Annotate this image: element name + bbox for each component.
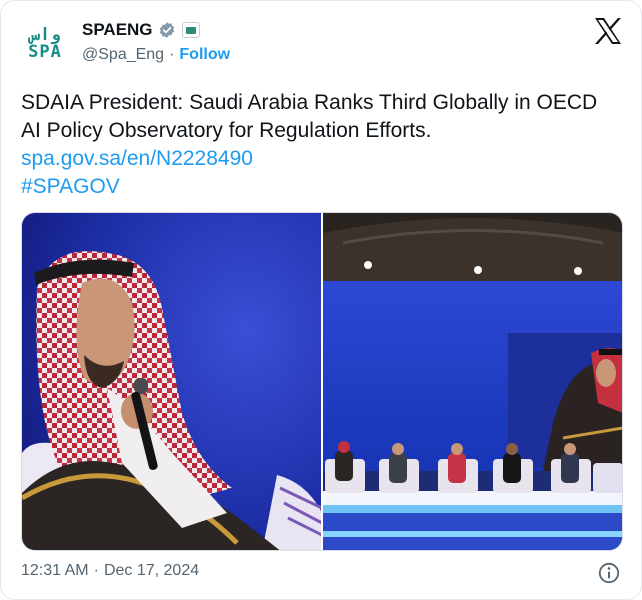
tweet-hashtag[interactable]: #SPAGOV	[21, 173, 621, 201]
tweet-link[interactable]: spa.gov.sa/en/N2228490	[21, 145, 621, 173]
panel-stage-photo[interactable]	[323, 213, 622, 550]
avatar[interactable]: واس SPA	[21, 20, 69, 68]
account-name[interactable]: SPAENG	[82, 20, 153, 40]
tweet-body: SDAIA President: Saudi Arabia Ranks Thir…	[21, 89, 621, 201]
panel-stage-image	[323, 213, 622, 550]
government-badge-icon	[181, 22, 200, 38]
speaker-photo[interactable]	[22, 213, 321, 550]
account-name-row[interactable]: SPAENG	[82, 20, 200, 40]
timestamp-separator: ·	[93, 562, 99, 579]
follow-button[interactable]: Follow	[179, 46, 230, 64]
verified-check-icon	[159, 22, 174, 38]
speaker-photo-image	[22, 213, 321, 550]
media-grid	[21, 212, 623, 551]
tweet-time: 12:31 AM	[21, 562, 89, 579]
info-icon[interactable]	[598, 562, 620, 584]
x-logo-icon[interactable]	[593, 17, 623, 45]
tweet-text: SDAIA President: Saudi Arabia Ranks Thir…	[21, 91, 598, 142]
handle-row: @Spa_Eng · Follow	[82, 46, 230, 64]
account-handle[interactable]: @Spa_Eng	[82, 46, 164, 64]
government-badge-flag	[185, 26, 196, 34]
tweet-timestamp[interactable]: 12:31 AM · Dec 17, 2024	[21, 562, 199, 580]
logo-text-latin: SPA	[28, 42, 62, 62]
tweet-card: واس SPA SPAENG @Spa_Eng · Follow SDAIA P…	[0, 0, 642, 600]
tweet-date: Dec 17, 2024	[103, 562, 200, 579]
handle-separator: ·	[169, 46, 175, 63]
